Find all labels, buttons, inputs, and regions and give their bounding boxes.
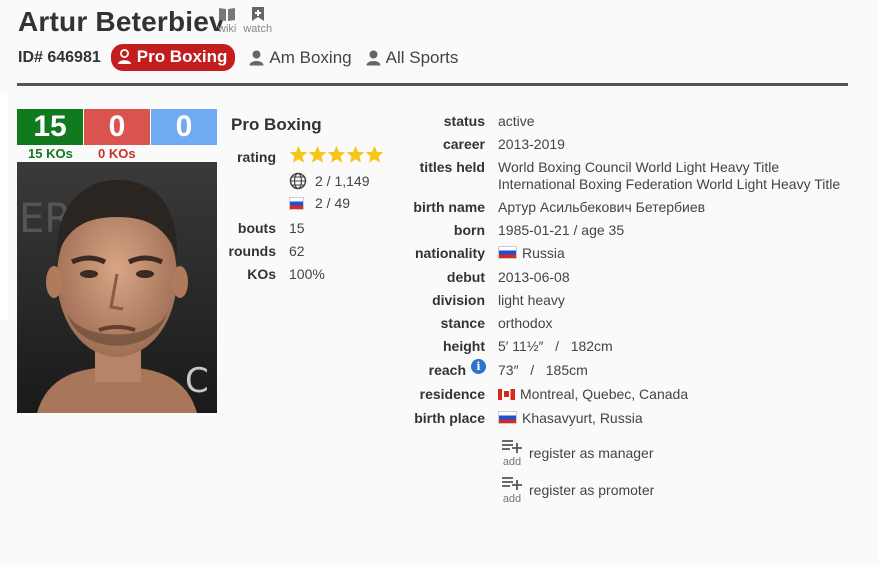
reach-value: 73″ / 185cm	[498, 362, 588, 378]
wins-box: 15	[17, 109, 83, 145]
bouts-label: bouts	[237, 220, 276, 236]
nationality-label: nationality	[414, 245, 485, 261]
bouts-value: 15	[289, 220, 305, 236]
russia-flag-icon	[498, 411, 517, 424]
country-rank[interactable]: 2 / 49	[289, 195, 350, 211]
stance-value: orthodox	[498, 315, 553, 331]
person-icon	[249, 50, 264, 65]
birthname-label: birth name	[413, 199, 485, 215]
register-manager-button[interactable]: add register as manager	[501, 438, 654, 468]
division-label: division	[432, 292, 485, 308]
canada-flag-icon	[498, 389, 515, 400]
win-kos: 15 KOs	[28, 146, 73, 161]
titles-label: titles held	[419, 159, 485, 175]
rating-label: rating	[237, 149, 276, 165]
residence-text: Montreal, Quebec, Canada	[520, 386, 689, 402]
globe-icon	[289, 172, 307, 190]
header: Artur Beterbiev	[18, 6, 225, 38]
rounds-value: 62	[289, 243, 305, 259]
star-icon	[327, 145, 346, 163]
residence-value: Montreal, Quebec, Canada	[498, 386, 688, 403]
star-icon	[308, 145, 327, 163]
register-promoter-label: register as promoter	[529, 482, 655, 498]
watch-label: watch	[243, 23, 273, 35]
world-rank-value: 2 / 1,149	[315, 173, 370, 189]
residence-label: residence	[419, 386, 485, 402]
register-manager-label: register as manager	[529, 445, 654, 461]
birthplace-value: Khasavyurt, Russia	[498, 410, 643, 427]
section-title: Pro Boxing	[231, 115, 322, 134]
rounds-label: rounds	[228, 243, 276, 259]
kos-label: KOs	[247, 266, 276, 282]
status-label: status	[443, 113, 485, 129]
birthname-value: Артур Асильбекович Бетербиев	[498, 199, 706, 215]
wiki-label: wiki	[218, 23, 237, 35]
watch-link[interactable]: watch	[243, 6, 272, 35]
star-icon	[365, 145, 384, 163]
title-1[interactable]: World Boxing Council World Light Heavy T…	[498, 159, 779, 176]
stance-label: stance	[440, 315, 485, 331]
add-label: add	[502, 493, 522, 505]
nationality-text: Russia	[522, 245, 565, 261]
wiki-link[interactable]: wiki	[218, 6, 236, 35]
status-value: active	[498, 113, 535, 129]
tab-am-boxing[interactable]: Am Boxing	[249, 47, 352, 68]
wiki-icon	[219, 8, 236, 21]
id-and-tabs: ID# 646981 Pro Boxing Am Boxing All Spor…	[18, 44, 472, 71]
nationality-value: Russia	[498, 245, 565, 262]
title-2[interactable]: International Boxing Federation World Li…	[498, 176, 840, 193]
russia-flag-icon	[498, 246, 517, 259]
header-icons: wiki watch	[218, 6, 272, 35]
add-list-icon: add	[501, 475, 523, 505]
register-promoter-button[interactable]: add register as promoter	[501, 475, 654, 505]
world-rank[interactable]: 2 / 1,149	[289, 172, 370, 190]
star-icon	[289, 145, 308, 163]
tab-label: Am Boxing	[269, 47, 352, 67]
loss-kos: 0 KOs	[98, 146, 136, 161]
birthplace-text: Khasavyurt, Russia	[522, 410, 643, 426]
info-icon[interactable]: i	[471, 359, 486, 374]
division-value: light heavy	[498, 292, 565, 308]
birthplace-label: birth place	[414, 410, 485, 426]
tab-all-sports[interactable]: All Sports	[366, 47, 459, 68]
add-list-icon: add	[501, 438, 523, 468]
russia-flag-icon	[289, 196, 304, 210]
tab-label: All Sports	[385, 47, 459, 67]
boxer-photo: ER C	[17, 162, 217, 413]
debut-label: debut	[446, 269, 485, 285]
kos-value: 100%	[289, 266, 325, 282]
reach-label: reach	[428, 362, 466, 378]
star-icon	[346, 145, 365, 163]
tab-label: Pro Boxing	[136, 47, 228, 66]
boxer-id: ID# 646981	[18, 48, 101, 66]
born-label: born	[453, 222, 485, 238]
height-value: 5′ 11½″ / 182cm	[498, 338, 613, 354]
country-rank-value: 2 / 49	[315, 195, 351, 211]
tab-pro-boxing[interactable]: Pro Boxing	[110, 44, 236, 71]
rating-stars	[289, 145, 384, 164]
draws-box: 0	[151, 109, 217, 145]
page-edge	[0, 95, 8, 320]
losses-box: 0	[84, 109, 150, 145]
boxer-name: Artur Beterbiev	[18, 6, 225, 37]
height-label: height	[443, 338, 485, 354]
person-icon	[117, 49, 131, 64]
header-divider	[17, 83, 848, 86]
watch-icon	[251, 7, 264, 21]
add-label: add	[502, 456, 522, 468]
born-value: 1985-01-21 / age 35	[498, 222, 625, 238]
career-label: career	[442, 136, 485, 152]
career-value: 2013-2019	[498, 136, 565, 152]
record-summary: 15 0 0	[17, 109, 218, 145]
person-icon	[366, 50, 381, 65]
debut-value[interactable]: 2013-06-08	[498, 269, 570, 286]
